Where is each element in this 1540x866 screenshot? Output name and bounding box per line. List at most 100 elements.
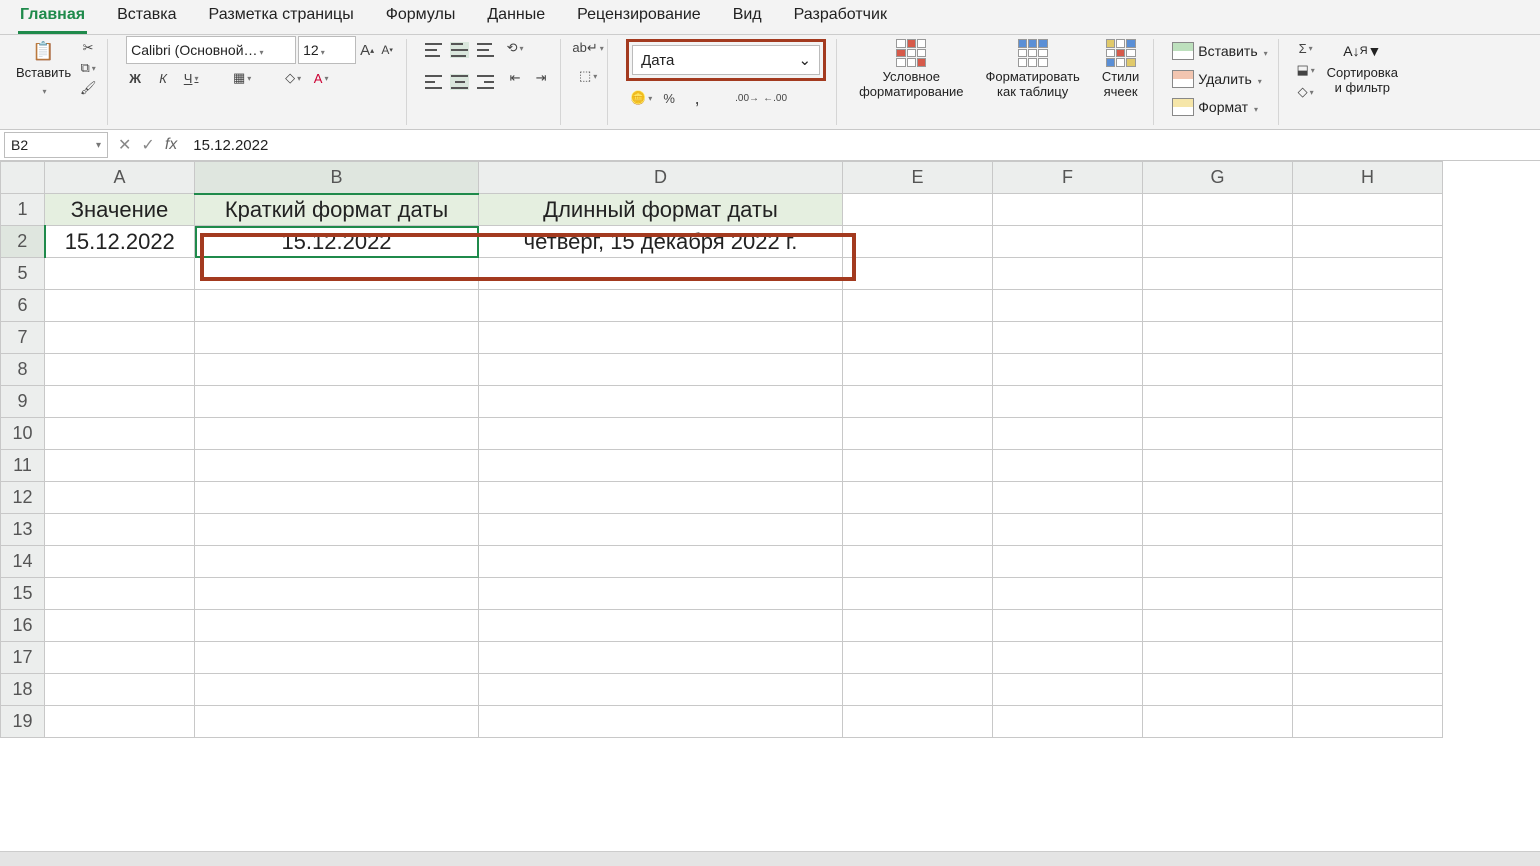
cell-E2[interactable] — [843, 226, 993, 258]
copy-icon[interactable]: ⧉ — [79, 59, 97, 77]
cell-D2[interactable]: четверг, 15 декабря 2022 г. — [479, 226, 843, 258]
cell-A2[interactable]: 15.12.2022 — [45, 226, 195, 258]
row-header-2[interactable]: 2 — [1, 226, 45, 258]
row-header-10[interactable]: 10 — [1, 418, 45, 450]
cell-E1[interactable] — [843, 194, 993, 226]
wrap-text-icon[interactable]: ab↵ — [579, 39, 597, 57]
align-middle-icon[interactable] — [450, 42, 469, 58]
font-name-combo[interactable]: Calibri (Основной… — [126, 36, 296, 64]
font-size-combo[interactable]: 12 — [298, 36, 356, 64]
bold-icon[interactable]: Ж — [126, 69, 144, 87]
cell-H1[interactable] — [1293, 194, 1443, 226]
name-box[interactable]: B2 ▾ — [4, 132, 108, 158]
number-format-combo[interactable]: Дата ⌄ — [632, 45, 820, 75]
align-center-icon[interactable] — [450, 74, 469, 90]
cell-H2[interactable] — [1293, 226, 1443, 258]
cancel-formula-icon[interactable]: ✕ — [118, 135, 131, 155]
row-header-14[interactable]: 14 — [1, 546, 45, 578]
cell-G2[interactable] — [1143, 226, 1293, 258]
clear-icon[interactable]: ◇ — [1297, 83, 1315, 101]
row-header-8[interactable]: 8 — [1, 354, 45, 386]
font-color-icon[interactable]: A — [312, 69, 330, 87]
row-header-9[interactable]: 9 — [1, 386, 45, 418]
sort-filter-button[interactable]: A↓Я▼ Сортировка и фильтр — [1323, 39, 1402, 95]
spreadsheet-grid[interactable]: A B D E F G H 1 Значение Краткий формат … — [0, 161, 1540, 851]
align-right-icon[interactable] — [477, 75, 494, 89]
cell-G1[interactable] — [1143, 194, 1293, 226]
row-header-6[interactable]: 6 — [1, 290, 45, 322]
row-header-7[interactable]: 7 — [1, 322, 45, 354]
sort-filter-icon: A↓Я▼ — [1350, 39, 1374, 63]
tab-formulas[interactable]: Формулы — [384, 6, 458, 34]
increase-decimal-icon[interactable]: .00→ — [738, 89, 756, 107]
row-header-5[interactable]: 5 — [1, 258, 45, 290]
accounting-format-icon[interactable]: 🪙 — [632, 89, 650, 107]
tab-insert[interactable]: Вставка — [115, 6, 178, 34]
orientation-icon[interactable]: ⟲ — [506, 39, 524, 57]
autosum-icon[interactable]: Σ — [1297, 39, 1315, 57]
decrease-decimal-icon[interactable]: ←.00 — [766, 89, 784, 107]
col-header-D[interactable]: D — [479, 162, 843, 194]
underline-icon[interactable]: Ч — [182, 69, 200, 87]
increase-indent-icon[interactable]: ⇥ — [532, 69, 550, 87]
row-header-12[interactable]: 12 — [1, 482, 45, 514]
row-header-16[interactable]: 16 — [1, 610, 45, 642]
format-cells-button[interactable]: Формат — [1172, 95, 1267, 119]
tab-data[interactable]: Данные — [485, 6, 547, 34]
row-header-19[interactable]: 19 — [1, 706, 45, 738]
border-icon[interactable]: ▦ — [233, 69, 251, 87]
row-header-17[interactable]: 17 — [1, 642, 45, 674]
cell-B1[interactable]: Краткий формат даты — [195, 194, 479, 226]
merge-cells-icon[interactable]: ⬚ — [579, 67, 597, 85]
cut-icon[interactable]: ✂ — [79, 39, 97, 57]
fx-icon[interactable]: fx — [165, 136, 177, 154]
percent-format-icon[interactable]: % — [660, 89, 678, 107]
decrease-indent-icon[interactable]: ⇤ — [506, 69, 524, 87]
paste-label: Вставить — [16, 65, 71, 80]
row-header-18[interactable]: 18 — [1, 674, 45, 706]
col-header-B[interactable]: B — [195, 162, 479, 194]
row-header-1[interactable]: 1 — [1, 194, 45, 226]
align-left-icon[interactable] — [425, 75, 442, 89]
cell-styles-button[interactable]: Стили ячеек — [1098, 39, 1143, 99]
tab-view[interactable]: Вид — [731, 6, 764, 34]
horizontal-scrollbar[interactable] — [0, 851, 1540, 866]
cell-F1[interactable] — [993, 194, 1143, 226]
col-header-F[interactable]: F — [993, 162, 1143, 194]
decrease-font-icon[interactable]: A▾ — [378, 41, 396, 59]
chevron-down-icon — [258, 42, 264, 58]
col-header-A[interactable]: A — [45, 162, 195, 194]
cell-D1[interactable]: Длинный формат даты — [479, 194, 843, 226]
row-header-15[interactable]: 15 — [1, 578, 45, 610]
insert-cells-button[interactable]: Вставить — [1172, 39, 1267, 63]
row-header-11[interactable]: 11 — [1, 450, 45, 482]
col-header-E[interactable]: E — [843, 162, 993, 194]
cell-styles-icon — [1106, 39, 1136, 67]
align-bottom-icon[interactable] — [477, 43, 494, 57]
format-as-table-icon — [1018, 39, 1048, 67]
fill-icon[interactable]: ⬓ — [1297, 61, 1315, 79]
conditional-formatting-button[interactable]: Условное форматирование — [855, 39, 967, 99]
col-header-H[interactable]: H — [1293, 162, 1443, 194]
paste-button[interactable]: 📋 Вставить — [12, 39, 75, 99]
cell-A1[interactable]: Значение — [45, 194, 195, 226]
delete-cells-button[interactable]: Удалить — [1172, 67, 1267, 91]
format-as-table-button[interactable]: Форматировать как таблицу — [981, 39, 1083, 99]
formula-input[interactable]: 15.12.2022 — [183, 137, 268, 154]
format-painter-icon[interactable]: 🖌 — [79, 79, 97, 97]
col-header-G[interactable]: G — [1143, 162, 1293, 194]
comma-format-icon[interactable]: , — [688, 89, 706, 107]
increase-font-icon[interactable]: A▴ — [358, 41, 376, 59]
tab-page-layout[interactable]: Разметка страницы — [207, 6, 356, 34]
tab-home[interactable]: Главная — [18, 6, 87, 34]
cell-F2[interactable] — [993, 226, 1143, 258]
row-header-13[interactable]: 13 — [1, 514, 45, 546]
align-top-icon[interactable] — [425, 43, 442, 57]
tab-developer[interactable]: Разработчик — [792, 6, 889, 34]
cell-B2[interactable]: 15.12.2022 — [195, 226, 479, 258]
fill-color-icon[interactable]: ◇ — [284, 69, 302, 87]
italic-icon[interactable]: К — [154, 69, 172, 87]
accept-formula-icon[interactable]: ✓ — [141, 135, 154, 155]
tab-review[interactable]: Рецензирование — [575, 6, 703, 34]
select-all-corner[interactable] — [1, 162, 45, 194]
